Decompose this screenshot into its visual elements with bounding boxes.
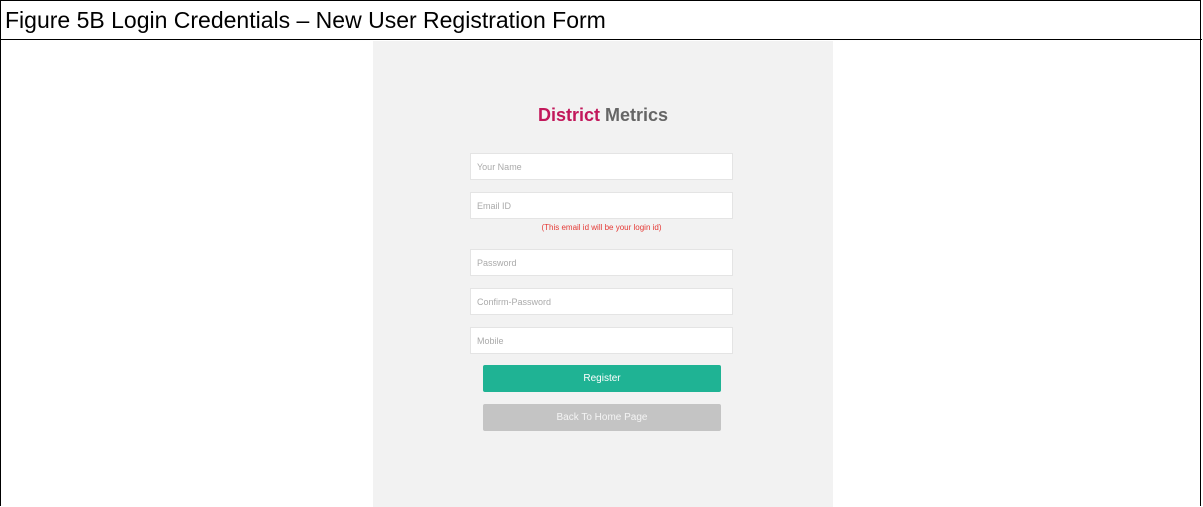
brand-title: District Metrics: [373, 101, 833, 129]
figure-frame: Figure 5B Login Credentials – New User R…: [0, 0, 1202, 507]
mobile-input[interactable]: [470, 327, 733, 354]
password-input[interactable]: [470, 249, 733, 276]
confirm-password-input[interactable]: [470, 288, 733, 315]
brand-metrics: Metrics: [605, 105, 669, 125]
email-hint: (This email id will be your login id): [541, 223, 662, 232]
brand-district: District: [537, 105, 600, 125]
email-input[interactable]: [470, 192, 733, 219]
figure-caption: Figure 5B Login Credentials – New User R…: [5, 7, 606, 33]
back-to-home-button[interactable]: Back To Home Page: [483, 404, 721, 431]
caption-row: Figure 5B Login Credentials – New User R…: [1, 1, 1202, 40]
registration-panel: District Metrics (This email id will be …: [373, 41, 833, 507]
name-input[interactable]: [470, 153, 733, 180]
register-button[interactable]: Register: [483, 365, 721, 392]
